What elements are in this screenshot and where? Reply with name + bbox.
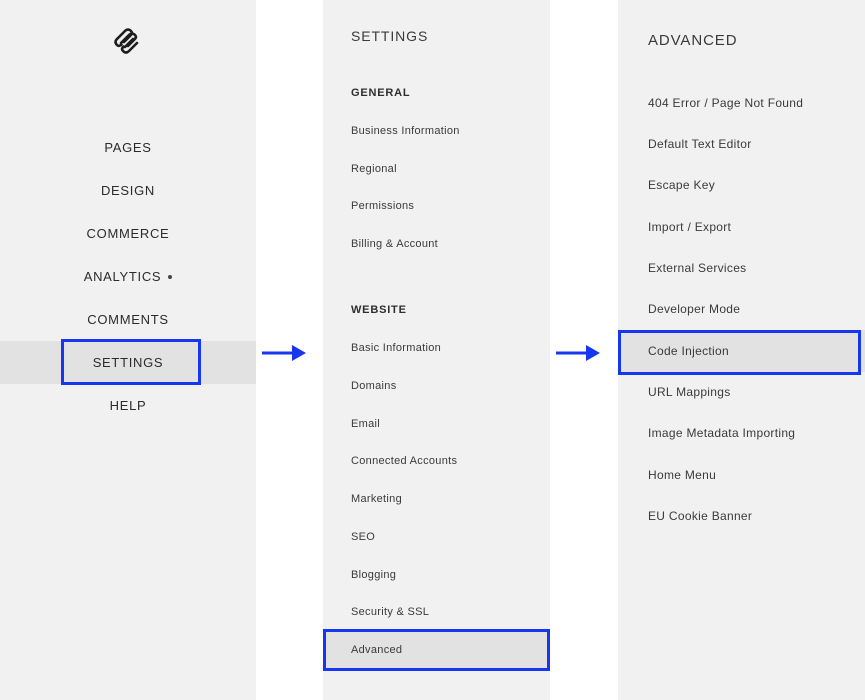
- nav-label: HELP: [109, 398, 147, 413]
- advanced-item-url-mappings[interactable]: URL Mappings: [618, 382, 865, 402]
- settings-panel-title: SETTINGS: [351, 28, 429, 44]
- section-title-general: GENERAL: [351, 87, 411, 99]
- advanced-item-eu-cookie-banner[interactable]: EU Cookie Banner: [618, 506, 865, 526]
- settings-item-security-ssl[interactable]: Security & SSL: [323, 602, 550, 622]
- nav-label: COMMENTS: [87, 312, 169, 327]
- nav-label: COMMERCE: [86, 226, 170, 241]
- advanced-item-import-export[interactable]: Import / Export: [618, 217, 865, 237]
- advanced-item-external-services[interactable]: External Services: [618, 258, 865, 278]
- arrow-right-icon: [556, 345, 600, 361]
- settings-item-business-information[interactable]: Business Information: [323, 121, 550, 141]
- settings-item-permissions[interactable]: Permissions: [323, 196, 550, 216]
- nav-label: SETTINGS: [92, 355, 164, 370]
- advanced-item-home-menu[interactable]: Home Menu: [618, 465, 865, 485]
- advanced-item-code-injection[interactable]: Code Injection: [618, 330, 865, 372]
- settings-panel: SETTINGS GENERAL Business Information Re…: [323, 0, 550, 700]
- nav-item-analytics[interactable]: ANALYTICS: [0, 255, 256, 298]
- main-nav-panel: PAGES DESIGN COMMERCE ANALYTICS COMMENTS…: [0, 0, 256, 700]
- nav-item-settings[interactable]: SETTINGS: [0, 341, 256, 384]
- nav-item-commerce[interactable]: COMMERCE: [0, 212, 256, 255]
- advanced-item-escape-key[interactable]: Escape Key: [618, 175, 865, 195]
- nav-item-design[interactable]: DESIGN: [0, 169, 256, 212]
- settings-item-billing-account[interactable]: Billing & Account: [323, 234, 550, 254]
- nav-label: ANALYTICS: [83, 269, 162, 284]
- advanced-panel: ADVANCED 404 Error / Page Not Found Defa…: [618, 0, 865, 700]
- arrow-right-icon: [262, 345, 306, 361]
- notification-dot-icon: [168, 274, 173, 279]
- squarespace-logo-icon[interactable]: [113, 28, 141, 54]
- settings-item-seo[interactable]: SEO: [323, 527, 550, 547]
- advanced-item-default-text-editor[interactable]: Default Text Editor: [618, 134, 865, 154]
- advanced-item-developer-mode[interactable]: Developer Mode: [618, 299, 865, 319]
- advanced-item-image-metadata-importing[interactable]: Image Metadata Importing: [618, 423, 865, 443]
- nav-item-pages[interactable]: PAGES: [0, 126, 256, 169]
- settings-item-marketing[interactable]: Marketing: [323, 489, 550, 509]
- nav-label: DESIGN: [100, 183, 156, 198]
- nav-item-help[interactable]: HELP: [0, 384, 256, 427]
- nav-item-comments[interactable]: COMMENTS: [0, 298, 256, 341]
- settings-item-domains[interactable]: Domains: [323, 376, 550, 396]
- nav-label: PAGES: [104, 140, 152, 155]
- settings-item-regional[interactable]: Regional: [323, 159, 550, 179]
- advanced-panel-title: ADVANCED: [648, 32, 738, 49]
- settings-item-email[interactable]: Email: [323, 414, 550, 434]
- settings-item-blogging[interactable]: Blogging: [323, 565, 550, 585]
- settings-item-connected-accounts[interactable]: Connected Accounts: [323, 451, 550, 471]
- settings-item-basic-information[interactable]: Basic Information: [323, 338, 550, 358]
- section-title-website: WEBSITE: [351, 304, 407, 316]
- advanced-item-404-error[interactable]: 404 Error / Page Not Found: [618, 93, 865, 113]
- settings-item-advanced[interactable]: Advanced: [323, 630, 550, 670]
